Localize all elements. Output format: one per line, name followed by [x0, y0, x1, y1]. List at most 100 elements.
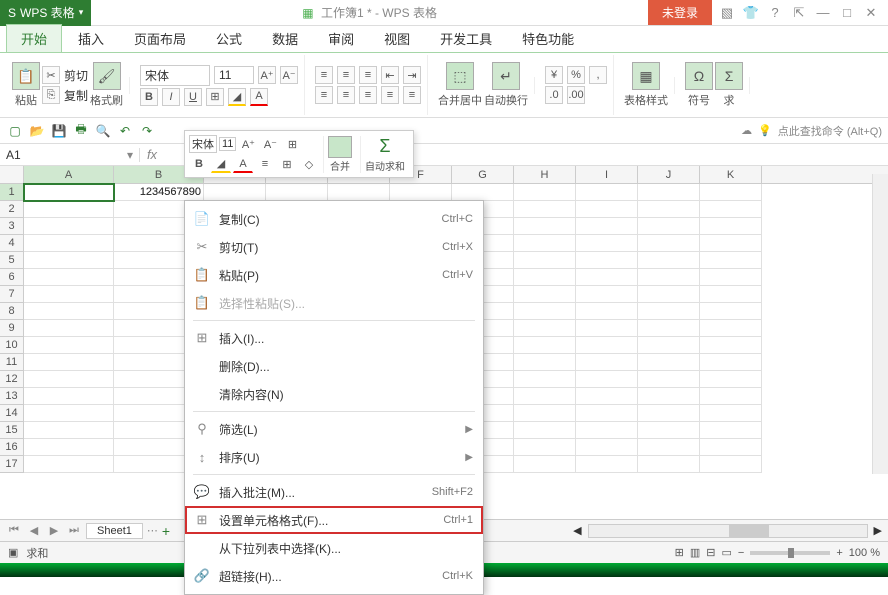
cell[interactable] — [700, 354, 762, 371]
cell[interactable] — [700, 201, 762, 218]
cell[interactable] — [576, 286, 638, 303]
row-header[interactable]: 15 — [0, 422, 24, 439]
cell[interactable] — [638, 405, 700, 422]
cell[interactable] — [638, 388, 700, 405]
cell[interactable] — [700, 439, 762, 456]
align-center-icon[interactable]: ≡ — [337, 86, 355, 104]
ctx-item[interactable]: 清除内容(N) — [185, 380, 483, 408]
zoom-slider[interactable] — [750, 551, 830, 555]
cell[interactable] — [700, 388, 762, 405]
cell[interactable] — [24, 201, 114, 218]
cell[interactable] — [24, 439, 114, 456]
row-header[interactable]: 14 — [0, 405, 24, 422]
align-bottom-icon[interactable]: ≡ — [359, 66, 377, 84]
cell[interactable] — [514, 269, 576, 286]
minimize-icon[interactable]: — — [814, 5, 832, 20]
row-header[interactable]: 13 — [0, 388, 24, 405]
merge-center-button[interactable]: ⬚ 合并居中 — [438, 62, 482, 108]
cell[interactable] — [576, 218, 638, 235]
col-header-G[interactable]: G — [452, 166, 514, 183]
cut-icon[interactable]: ✂ — [42, 66, 60, 84]
cell[interactable] — [700, 405, 762, 422]
row-header[interactable]: 8 — [0, 303, 24, 320]
cell[interactable] — [452, 184, 514, 201]
row-header[interactable]: 17 — [0, 456, 24, 473]
cell[interactable] — [514, 235, 576, 252]
cell[interactable] — [24, 286, 114, 303]
fx-icon[interactable]: fx — [140, 147, 164, 162]
cell[interactable] — [638, 456, 700, 473]
cell[interactable] — [514, 388, 576, 405]
cell[interactable] — [24, 303, 114, 320]
hscroll-right-icon[interactable]: ▶ — [874, 524, 882, 537]
cell[interactable] — [24, 388, 114, 405]
mini-size[interactable]: 11 — [219, 137, 236, 151]
view-break-icon[interactable]: ⊟ — [706, 546, 715, 559]
cell[interactable] — [24, 218, 114, 235]
cell[interactable] — [514, 371, 576, 388]
indent-dec-icon[interactable]: ⇤ — [381, 66, 399, 84]
percent-icon[interactable]: % — [567, 66, 585, 84]
bold-icon[interactable]: B — [140, 88, 158, 106]
horizontal-scrollbar[interactable] — [588, 524, 868, 538]
cell[interactable] — [514, 354, 576, 371]
cell[interactable] — [266, 184, 328, 201]
cell[interactable] — [638, 303, 700, 320]
comma-icon[interactable]: , — [589, 66, 607, 84]
shirt-icon[interactable]: 👕 — [742, 5, 760, 21]
cell[interactable] — [700, 252, 762, 269]
new-icon[interactable]: ▢ — [6, 122, 24, 140]
row-header[interactable]: 6 — [0, 269, 24, 286]
ctx-item[interactable]: ⊞插入(I)... — [185, 324, 483, 352]
ctx-item[interactable]: 💬插入批注(M)...Shift+F2 — [185, 478, 483, 506]
print-icon[interactable]: 🖶 — [72, 122, 90, 140]
row-header[interactable]: 10 — [0, 337, 24, 354]
row-header[interactable]: 9 — [0, 320, 24, 337]
font-select[interactable]: 宋体 — [140, 65, 210, 86]
cell[interactable] — [514, 422, 576, 439]
cell[interactable] — [638, 252, 700, 269]
cell[interactable] — [390, 184, 452, 201]
dec-decimal-icon[interactable]: .00 — [567, 86, 585, 104]
align-left-icon[interactable]: ≡ — [315, 86, 333, 104]
cell[interactable] — [576, 269, 638, 286]
undo-icon[interactable]: ↶ — [116, 122, 134, 140]
view-normal-icon[interactable]: ⊞ — [675, 546, 684, 559]
cell[interactable] — [576, 303, 638, 320]
sheet-tab[interactable]: Sheet1 — [86, 523, 143, 539]
cell[interactable] — [514, 252, 576, 269]
tab-dev[interactable]: 开发工具 — [426, 25, 506, 52]
cell[interactable] — [24, 354, 114, 371]
cell[interactable] — [514, 303, 576, 320]
tab-review[interactable]: 审阅 — [314, 25, 368, 52]
cell[interactable] — [576, 235, 638, 252]
col-header-K[interactable]: K — [700, 166, 762, 183]
cell[interactable] — [638, 269, 700, 286]
border-icon[interactable]: ⊞ — [206, 88, 224, 106]
redo-icon[interactable]: ↷ — [138, 122, 156, 140]
cell[interactable] — [514, 184, 576, 201]
sheet-more-icon[interactable]: ⋯ — [147, 524, 158, 537]
pin-icon[interactable]: ⇱ — [790, 5, 808, 21]
close-icon[interactable]: ✕ — [862, 5, 880, 21]
save-icon[interactable]: 💾 — [50, 122, 68, 140]
align-top-icon[interactable]: ≡ — [315, 66, 333, 84]
sheet-first-icon[interactable]: ⏮ — [6, 524, 22, 537]
search-hint[interactable]: 点此查找命令 (Alt+Q) — [778, 123, 882, 139]
sheet-add-icon[interactable]: + — [162, 523, 170, 539]
tab-features[interactable]: 特色功能 — [508, 25, 588, 52]
cell[interactable] — [24, 320, 114, 337]
sheet-prev-icon[interactable]: ◀ — [26, 524, 42, 537]
cell[interactable] — [576, 422, 638, 439]
wrap-text-button[interactable]: ↵ 自动换行 — [484, 62, 528, 108]
cell[interactable] — [700, 422, 762, 439]
cell[interactable] — [700, 235, 762, 252]
cell[interactable] — [700, 371, 762, 388]
mini-grid-icon[interactable]: ⊞ — [277, 155, 297, 173]
row-header[interactable]: 4 — [0, 235, 24, 252]
status-doc-icon[interactable]: ▣ — [8, 546, 18, 559]
fill-color-icon[interactable]: ◢ — [228, 88, 246, 106]
app-badge[interactable]: S WPS 表格 ▾ — [0, 0, 91, 26]
ctx-item[interactable]: ⊞设置单元格格式(F)...Ctrl+1 — [185, 506, 483, 534]
row-header[interactable]: 12 — [0, 371, 24, 388]
